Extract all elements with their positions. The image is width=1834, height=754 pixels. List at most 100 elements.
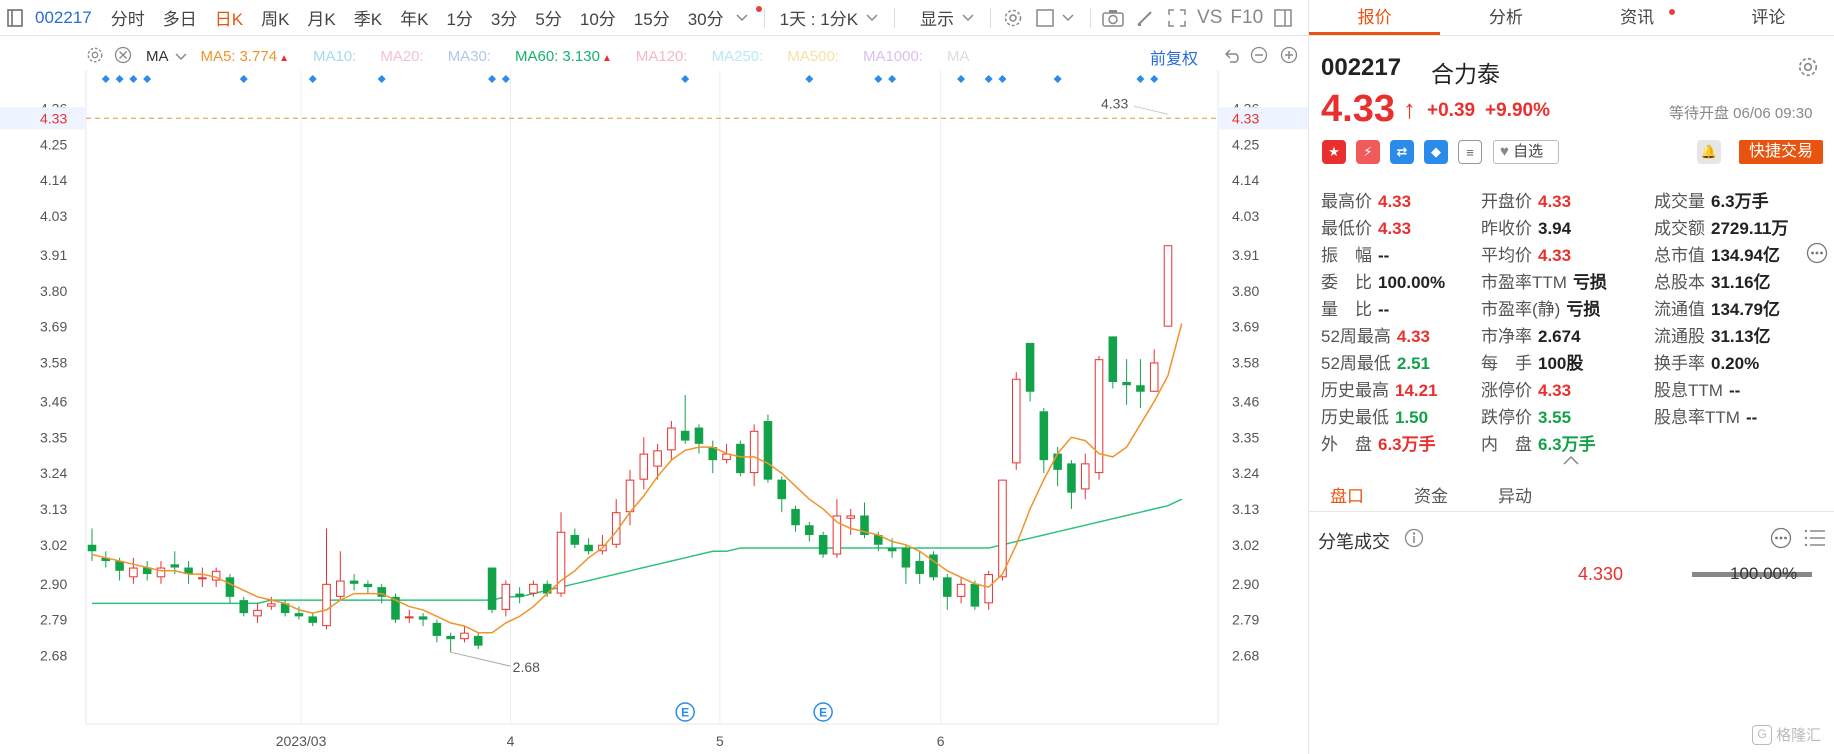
- zoom-in-icon[interactable]: [1280, 46, 1298, 67]
- period-tab[interactable]: 月K: [298, 5, 344, 30]
- range-selector[interactable]: 1天 : 1分K: [771, 5, 867, 30]
- kline-chart[interactable]: 4.364.254.144.033.913.803.693.583.463.35…: [0, 70, 1308, 754]
- stat-row: 委 比 100.00%: [1321, 268, 1445, 293]
- stat-value: --: [1745, 408, 1758, 427]
- vs-button[interactable]: VS: [1193, 7, 1226, 29]
- ma-legend-item[interactable]: MA10:: [313, 48, 356, 65]
- ma-trend-arrow: ▲: [601, 52, 612, 64]
- ma60-series: [92, 498, 1183, 605]
- candle: [805, 521, 814, 542]
- stat-value: 2.51: [1396, 354, 1431, 373]
- period-tab[interactable]: 1分: [437, 5, 481, 30]
- ma-legend-item[interactable]: MA500:: [787, 48, 839, 65]
- f10-button[interactable]: F10: [1226, 7, 1267, 29]
- y-tick-label: 3.58: [1232, 354, 1259, 370]
- heart-icon: ♥: [1500, 143, 1509, 160]
- ma-legend-item[interactable]: MA30:: [448, 48, 491, 65]
- stat-row: 市盈率(静) 亏损: [1481, 295, 1600, 320]
- notes-icon[interactable]: ≡: [1458, 140, 1482, 164]
- chevron-down-icon[interactable]: [729, 5, 755, 31]
- info-icon[interactable]: [1404, 528, 1424, 551]
- watermark-label: 格隆汇: [1776, 727, 1822, 744]
- shuffle-icon[interactable]: ⇄: [1390, 140, 1414, 164]
- ma-legend-item[interactable]: MA1000:: [863, 48, 923, 65]
- candle-body: [763, 421, 773, 480]
- period-tab[interactable]: 5分: [526, 5, 570, 30]
- pencil-icon[interactable]: [1132, 5, 1158, 31]
- y-tick-label: 3.80: [40, 283, 67, 299]
- depth-tab[interactable]: 盘口: [1330, 482, 1364, 507]
- chevron-down-icon[interactable]: [955, 5, 981, 31]
- more-icon[interactable]: [1806, 242, 1828, 267]
- ma-legend-item[interactable]: MA120:: [636, 48, 688, 65]
- ma-legend-item[interactable]: MA5: 3.774 ▲: [201, 48, 289, 65]
- stat-label: 成交量: [1654, 192, 1705, 211]
- period-tab[interactable]: 分时: [102, 5, 154, 30]
- candle: [1080, 453, 1090, 500]
- fullscreen-icon[interactable]: [1164, 5, 1190, 31]
- ma-legend-item[interactable]: MA20:: [380, 48, 423, 65]
- china-flag-icon[interactable]: ★: [1322, 140, 1346, 164]
- period-tab[interactable]: 年K: [391, 5, 437, 30]
- chevron-down-icon[interactable]: [174, 48, 187, 65]
- ma-legend-item[interactable]: MA60: 3.130 ▲: [515, 48, 612, 65]
- ma-legend-item[interactable]: MA: [947, 48, 970, 65]
- chevron-up-icon[interactable]: [1563, 452, 1579, 468]
- period-tab[interactable]: 3分: [482, 5, 526, 30]
- tag-icon[interactable]: ◆: [1424, 140, 1448, 164]
- gear-icon[interactable]: [1000, 5, 1026, 31]
- period-tab[interactable]: 30分: [679, 5, 733, 30]
- watchlist-button[interactable]: ♥ 自选: [1493, 140, 1559, 164]
- stock-code-tab[interactable]: 002217: [31, 8, 102, 28]
- ma-legend-item[interactable]: MA250:: [712, 48, 764, 65]
- candle: [142, 561, 152, 581]
- chevron-down-icon[interactable]: [1055, 5, 1081, 31]
- candle-body: [805, 525, 814, 535]
- ma60-line: [92, 498, 1183, 605]
- candle-body: [432, 622, 442, 636]
- tick-price: 4.330: [1578, 564, 1624, 584]
- current-price-label-left: 4.33: [40, 110, 67, 126]
- panel-tab[interactable]: 评论: [1703, 0, 1834, 35]
- zoom-out-icon[interactable]: [1250, 46, 1268, 67]
- depth-tab[interactable]: 异动: [1498, 482, 1532, 507]
- panel-tab[interactable]: 报价: [1309, 0, 1441, 35]
- period-tab[interactable]: 多日: [154, 5, 206, 30]
- stat-row: 52周最低 2.51: [1321, 349, 1430, 374]
- candle-body: [1025, 342, 1035, 392]
- adjustment-toggle[interactable]: 前复权: [1150, 45, 1198, 69]
- quick-trade-button[interactable]: 快捷交易: [1739, 140, 1823, 164]
- more-icon[interactable]: [1770, 527, 1792, 552]
- bell-icon[interactable]: 🔔: [1697, 140, 1721, 164]
- sidebar-toggle-icon[interactable]: [2, 5, 28, 31]
- camera-icon[interactable]: [1100, 5, 1126, 31]
- candle: [225, 574, 235, 604]
- quote-panel: 报价 分析 资讯 评论 002217 合力泰 4.33 ↑ +0.39 +9.90% …: [1308, 0, 1834, 754]
- panel-toggle-icon[interactable]: [1270, 5, 1296, 31]
- close-indicator-icon[interactable]: [114, 46, 132, 67]
- period-tab[interactable]: 日K: [206, 5, 252, 30]
- stat-row: 涨停价 4.33: [1481, 376, 1571, 401]
- candle-body: [970, 583, 980, 607]
- y-tick-label: 3.69: [1232, 319, 1259, 335]
- period-tab[interactable]: 季K: [345, 5, 391, 30]
- period-tab[interactable]: 15分: [625, 5, 679, 30]
- flash-icon[interactable]: ⚡: [1356, 140, 1380, 164]
- panel-tab[interactable]: 分析: [1440, 0, 1571, 35]
- candle: [1149, 349, 1159, 392]
- y-tick-label: 3.24: [40, 465, 67, 481]
- indicator-type[interactable]: MA: [146, 48, 169, 65]
- period-tab[interactable]: 周K: [252, 5, 298, 30]
- depth-tab[interactable]: 资金: [1414, 482, 1448, 507]
- candle-body: [749, 430, 759, 474]
- undo-icon[interactable]: [1224, 46, 1244, 67]
- panel-tab[interactable]: 资讯: [1572, 0, 1703, 35]
- y-tick-label: 4.03: [1232, 208, 1259, 224]
- period-tab[interactable]: 10分: [571, 5, 625, 30]
- signal-diamond: [681, 75, 690, 83]
- chart-settings-icon[interactable]: [86, 46, 104, 67]
- list-icon[interactable]: [1804, 528, 1826, 551]
- candle: [1136, 359, 1145, 409]
- candle: [198, 567, 207, 588]
- gear-icon[interactable]: [1797, 56, 1819, 81]
